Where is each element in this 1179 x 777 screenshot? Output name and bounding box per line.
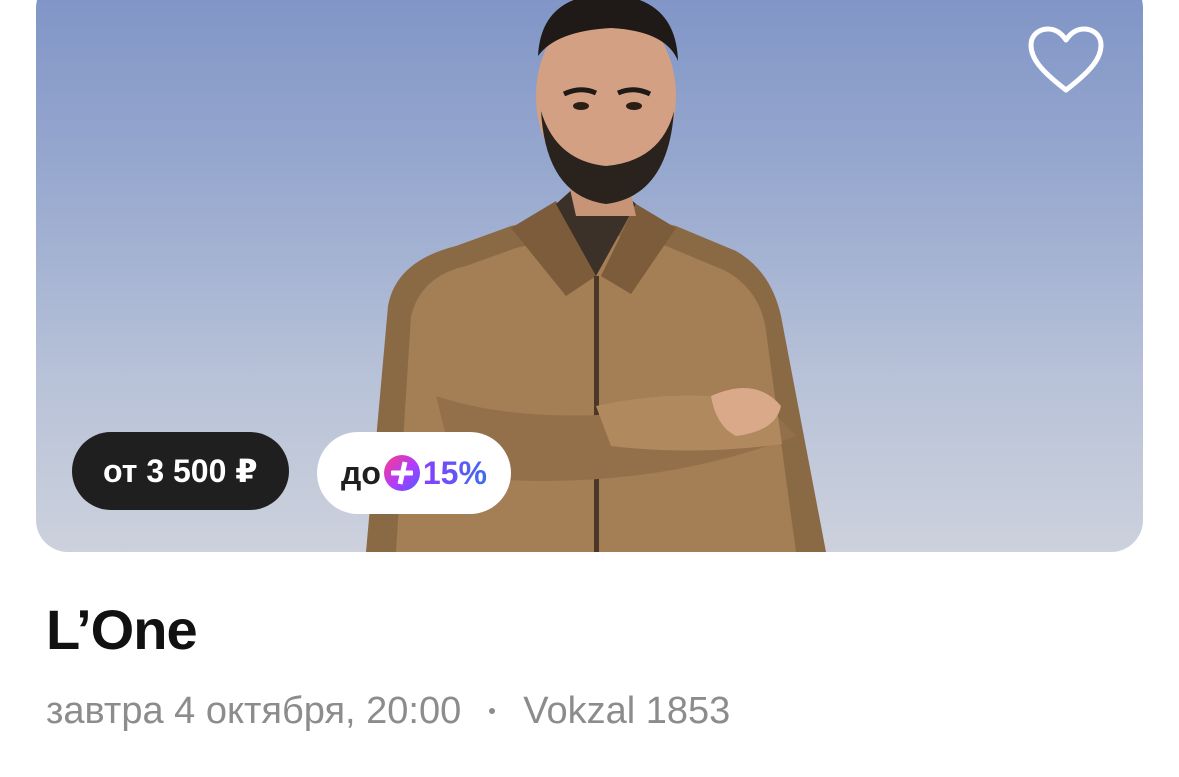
- event-date-time: завтра 4 октября, 20:00: [46, 690, 462, 732]
- cashback-prefix: до: [341, 454, 381, 491]
- price-label: от 3 500 ₽: [103, 453, 258, 489]
- favorite-button[interactable]: [1026, 20, 1106, 100]
- plus-points-icon: [383, 455, 420, 491]
- cashback-value: 15%: [422, 454, 487, 491]
- event-venue[interactable]: Vokzal 1853: [523, 688, 730, 734]
- event-meta: завтра 4 октября, 20:00 Vokzal 1853: [46, 688, 730, 734]
- event-card-image[interactable]: от 3 500 ₽ до 15%: [36, 0, 1143, 552]
- separator-dot: [489, 708, 496, 714]
- price-badge: от 3 500 ₽: [72, 432, 289, 510]
- event-title[interactable]: L’One: [46, 598, 198, 662]
- cashback-badge[interactable]: до 15%: [317, 432, 511, 514]
- heart-outline-icon: [1028, 26, 1104, 93]
